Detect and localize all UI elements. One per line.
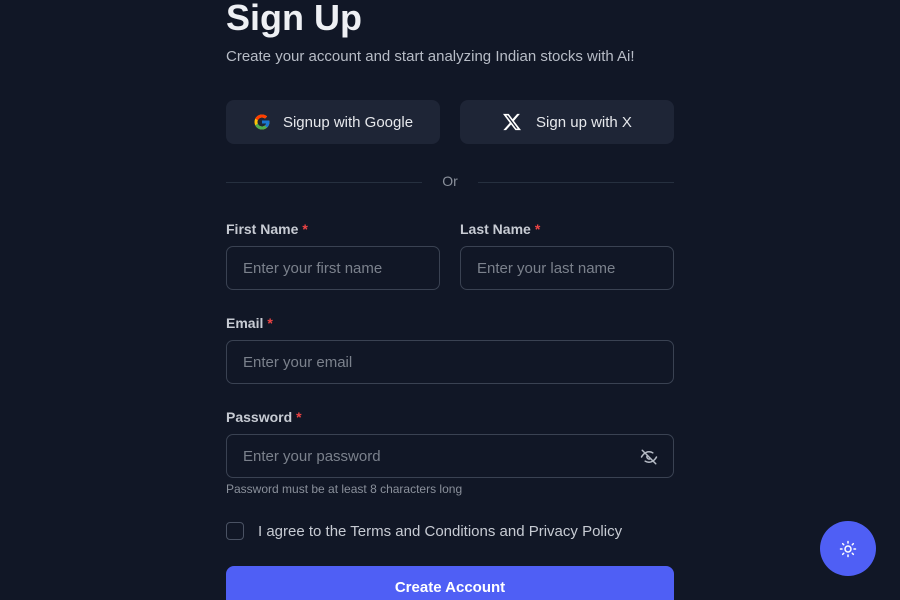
divider-text: Or xyxy=(442,173,458,189)
password-field xyxy=(226,434,674,478)
or-divider: Or xyxy=(226,172,674,192)
google-signup-button[interactable]: Signup with Google xyxy=(226,100,440,144)
x-signup-label: Sign up with X xyxy=(536,113,632,131)
required-mark: * xyxy=(534,221,541,237)
signup-page: Sign Up Create your account and start an… xyxy=(0,0,900,600)
required-mark: * xyxy=(267,315,273,331)
eye-off-icon[interactable] xyxy=(640,448,658,466)
required-mark: * xyxy=(296,409,302,425)
google-icon xyxy=(253,113,271,131)
first-name-label-text: First Name xyxy=(226,221,299,237)
page-title: Sign Up xyxy=(226,0,362,38)
x-signup-button[interactable]: Sign up with X xyxy=(460,100,674,144)
sun-icon xyxy=(839,540,857,558)
x-logo-icon xyxy=(502,112,522,132)
password-label: Password * xyxy=(226,409,302,425)
last-name-label: Last Name * xyxy=(460,221,540,237)
password-hint: Password must be at least 8 characters l… xyxy=(226,482,463,496)
last-name-label-text: Last Name xyxy=(460,221,531,237)
theme-toggle-button[interactable] xyxy=(820,521,876,576)
first-name-input[interactable] xyxy=(226,246,440,290)
terms-checkbox[interactable] xyxy=(226,522,244,540)
first-name-label: First Name * xyxy=(226,221,308,237)
last-name-input[interactable] xyxy=(460,246,674,290)
email-label-text: Email xyxy=(226,315,264,331)
google-signup-label: Signup with Google xyxy=(282,113,414,131)
create-account-button[interactable]: Create Account xyxy=(226,566,674,600)
page-subtitle: Create your account and start analyzing … xyxy=(226,48,635,65)
email-input[interactable] xyxy=(226,340,674,384)
terms-label[interactable]: I agree to the Terms and Conditions and … xyxy=(258,523,622,540)
password-label-text: Password xyxy=(226,409,293,425)
divider-line-right xyxy=(478,182,674,183)
required-mark: * xyxy=(302,221,308,237)
password-input[interactable] xyxy=(226,434,674,478)
email-label: Email * xyxy=(226,315,273,331)
